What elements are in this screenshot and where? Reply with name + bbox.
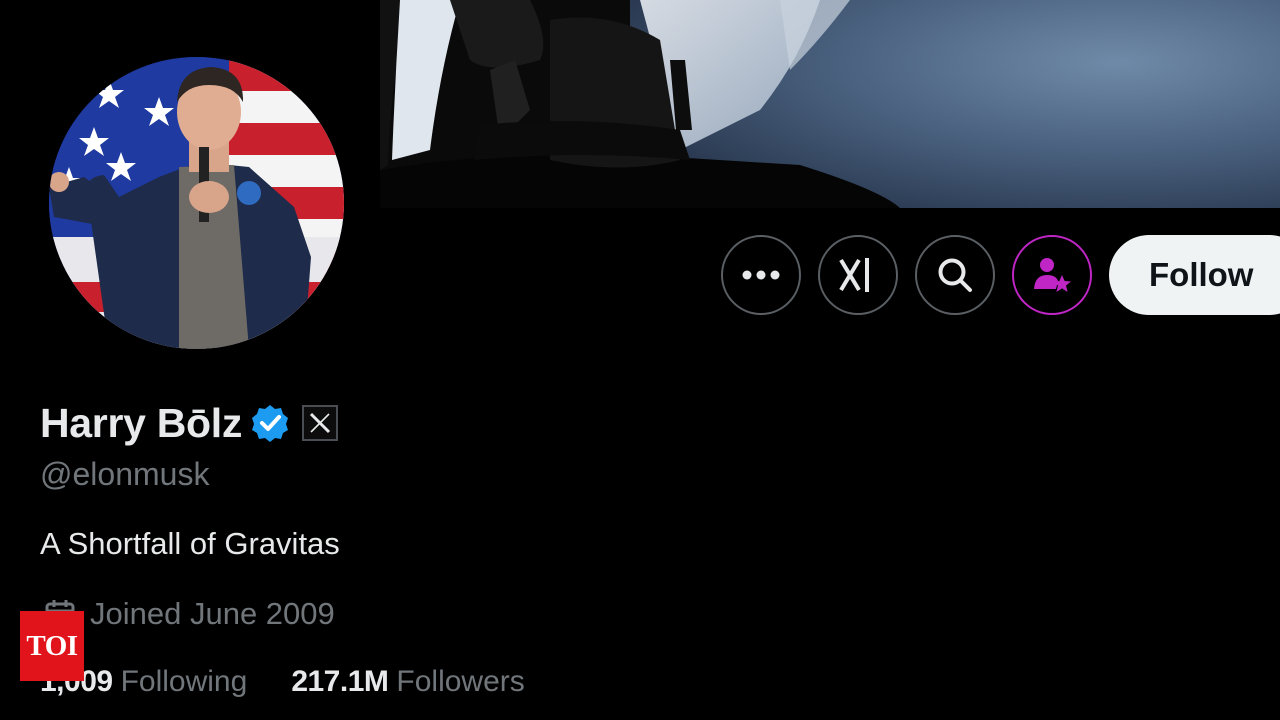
affiliate-badge[interactable]: [302, 405, 339, 441]
profile-banner-image[interactable]: [380, 0, 1280, 208]
follow-button[interactable]: Follow: [1109, 235, 1280, 315]
joined-date-text: Joined June 2009: [90, 596, 335, 631]
verified-checkmark-icon[interactable]: [250, 403, 290, 443]
following-label: Following: [120, 665, 248, 698]
followers-count: 217.1M: [291, 665, 389, 698]
profile-action-row: Follow: [721, 235, 1280, 315]
more-options-button[interactable]: [721, 235, 801, 315]
display-name: Harry Bōlz: [40, 399, 243, 446]
profile-handle: @elonmusk: [40, 456, 210, 492]
subscribe-button[interactable]: [1012, 235, 1092, 315]
grok-button[interactable]: [818, 235, 898, 315]
profile-bio: A Shortfall of Gravitas: [40, 526, 340, 561]
toi-watermark-logo: TOI: [20, 611, 84, 681]
joined-date: Joined June 2009: [44, 596, 335, 632]
profile-page: Follow Harry Bōlz @elonmusk A Shortfall …: [0, 0, 1280, 720]
grok-icon: [839, 258, 869, 292]
search-profile-button[interactable]: [915, 235, 995, 315]
more-horizontal-icon: [742, 270, 780, 280]
profile-avatar[interactable]: [49, 57, 344, 349]
followers-label: Followers: [396, 665, 525, 698]
x-logo-icon: [310, 412, 331, 434]
profile-name-row: Harry Bōlz: [40, 396, 339, 450]
follow-stats: 1,009 Following 217.1M Followers: [40, 665, 525, 699]
search-icon: [938, 258, 972, 292]
followers-link[interactable]: 217.1M Followers: [291, 665, 524, 699]
subscribe-person-star-icon: [1034, 258, 1071, 292]
